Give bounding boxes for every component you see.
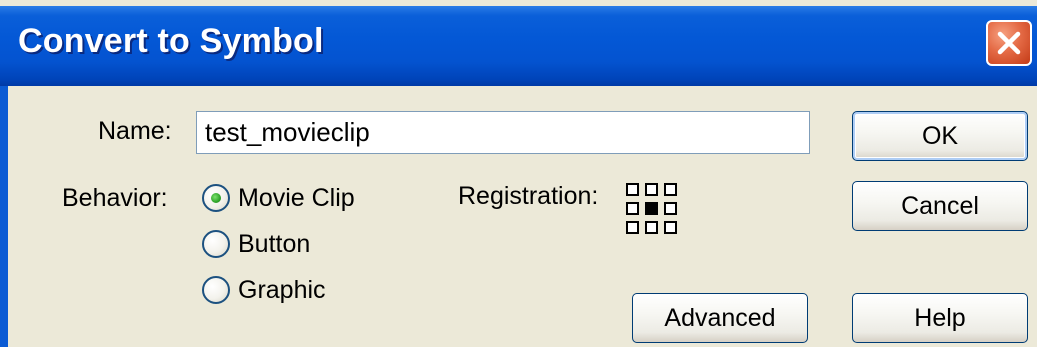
registration-label: Registration: xyxy=(458,182,599,210)
registration-point-top-right[interactable] xyxy=(664,183,677,196)
registration-point-middle-left[interactable] xyxy=(626,202,639,215)
dialog-title: Convert to Symbol xyxy=(18,22,324,60)
behavior-label: Behavior: xyxy=(62,184,168,212)
help-button[interactable]: Help xyxy=(852,293,1028,343)
name-input[interactable] xyxy=(196,111,810,154)
radio-label-button[interactable]: Button xyxy=(238,230,310,259)
radio-label-graphic[interactable]: Graphic xyxy=(238,276,326,305)
convert-to-symbol-dialog: Convert to Symbol Name: Behavior: Movie … xyxy=(0,0,1037,347)
registration-point-bottom-left[interactable] xyxy=(626,221,639,234)
close-button[interactable] xyxy=(986,20,1032,66)
registration-point-top-left[interactable] xyxy=(626,183,639,196)
radio-button-icon[interactable] xyxy=(202,276,230,304)
window-border xyxy=(0,86,8,347)
cancel-button[interactable]: Cancel xyxy=(852,181,1028,231)
registration-grid-icon[interactable] xyxy=(626,183,678,235)
name-label: Name: xyxy=(98,117,172,145)
close-icon xyxy=(997,31,1021,55)
registration-point-center[interactable] xyxy=(645,202,658,215)
registration-point-bottom-center[interactable] xyxy=(645,221,658,234)
radio-button-icon[interactable] xyxy=(202,184,230,212)
radio-button-icon[interactable] xyxy=(202,230,230,258)
registration-point-middle-right[interactable] xyxy=(664,202,677,215)
advanced-button[interactable]: Advanced xyxy=(632,293,808,343)
registration-point-top-center[interactable] xyxy=(645,183,658,196)
title-bar[interactable]: Convert to Symbol xyxy=(0,6,1037,86)
ok-button[interactable]: OK xyxy=(852,111,1028,161)
radio-label-movie-clip[interactable]: Movie Clip xyxy=(238,184,355,213)
registration-point-bottom-right[interactable] xyxy=(664,221,677,234)
